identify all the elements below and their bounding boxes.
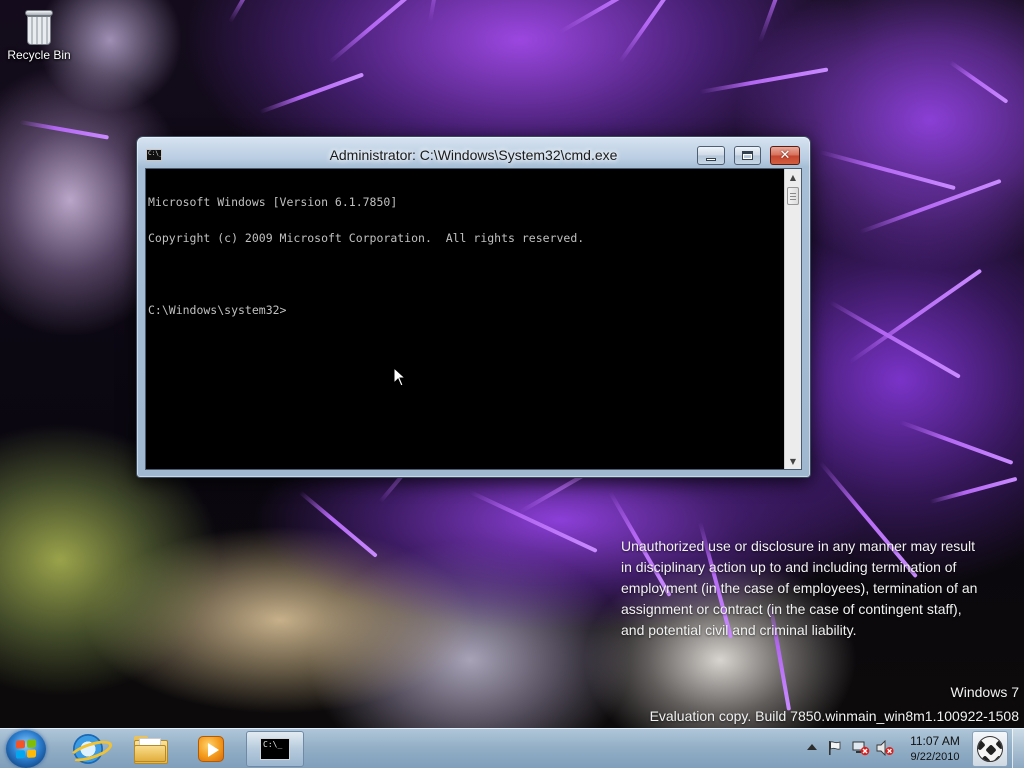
minimize-icon — [706, 158, 716, 161]
cmd-window-title: Administrator: C:\Windows\System32\cmd.e… — [329, 147, 618, 163]
maximize-icon — [742, 151, 753, 160]
taskbar-media-player-button[interactable] — [183, 731, 239, 767]
cmd-icon: C:\_ — [260, 738, 290, 760]
legal-notice-watermark: Unauthorized use or disclosure in any ma… — [621, 536, 1021, 641]
legal-notice-line: in disciplinary action up to and includi… — [621, 559, 957, 575]
console-prompt: C:\Windows\system32> — [148, 303, 287, 317]
vertical-scrollbar[interactable]: ▲ ▼ — [784, 169, 801, 469]
windows-logo-icon — [16, 739, 36, 759]
scroll-thumb[interactable] — [787, 187, 799, 205]
cmd-title-bar[interactable]: C:\_ Administrator: C:\Windows\System32\… — [137, 137, 810, 167]
recycle-bin-icon — [24, 10, 54, 46]
close-icon: ✕ — [779, 148, 791, 163]
console-line: Microsoft Windows [Version 6.1.7850] — [148, 195, 398, 209]
folder-icon — [134, 736, 168, 764]
maximize-button[interactable] — [734, 146, 761, 165]
ie-icon — [73, 734, 103, 764]
legal-notice-line: and potential civil and criminal liabili… — [621, 622, 857, 638]
close-button[interactable]: ✕ — [770, 146, 800, 165]
action-center-flag-icon[interactable] — [827, 740, 843, 756]
start-button[interactable] — [6, 730, 46, 768]
scroll-up-arrow-icon[interactable]: ▲ — [785, 169, 801, 185]
build-info-watermark: Evaluation copy. Build 7850.winmain_win8… — [649, 708, 1019, 724]
volume-muted-icon[interactable] — [876, 740, 894, 756]
taskbar-internet-explorer-button[interactable] — [60, 731, 116, 767]
mouse-cursor-icon — [393, 367, 407, 387]
taskbar-windows-explorer-button[interactable] — [122, 731, 178, 767]
soccer-ball-icon — [977, 736, 1003, 762]
minimize-button[interactable] — [697, 146, 725, 165]
taskbar[interactable]: C:\_ — [0, 728, 1024, 768]
console-area[interactable]: Microsoft Windows [Version 6.1.7850] Cop… — [145, 168, 802, 470]
media-player-icon — [198, 736, 224, 762]
taskbar-cmd-button[interactable]: C:\_ — [246, 731, 304, 767]
show-desktop-button[interactable] — [1012, 729, 1024, 768]
scroll-down-arrow-icon[interactable]: ▼ — [785, 453, 801, 469]
system-clock[interactable]: 11:07 AM 9/22/2010 — [900, 731, 970, 767]
legal-notice-line: assignment or contract (in the case of c… — [621, 601, 962, 617]
recycle-bin-desktop-icon[interactable]: Recycle Bin — [4, 6, 74, 76]
user-tile-button[interactable] — [972, 731, 1008, 767]
clock-time: 11:07 AM — [910, 734, 960, 748]
console-output[interactable]: Microsoft Windows [Version 6.1.7850] Cop… — [147, 170, 785, 468]
clock-date: 9/22/2010 — [910, 751, 960, 763]
cmd-window[interactable]: C:\_ Administrator: C:\Windows\System32\… — [136, 136, 811, 478]
legal-notice-line: Unauthorized use or disclosure in any ma… — [621, 538, 976, 554]
console-line: Copyright (c) 2009 Microsoft Corporation… — [148, 231, 585, 245]
recycle-bin-label: Recycle Bin — [7, 48, 71, 62]
tray-expand-icon[interactable] — [806, 740, 818, 754]
os-name-watermark: Windows 7 — [950, 684, 1019, 700]
legal-notice-line: employment (in the case of employees), t… — [621, 580, 978, 596]
network-disconnected-icon[interactable] — [852, 740, 870, 756]
